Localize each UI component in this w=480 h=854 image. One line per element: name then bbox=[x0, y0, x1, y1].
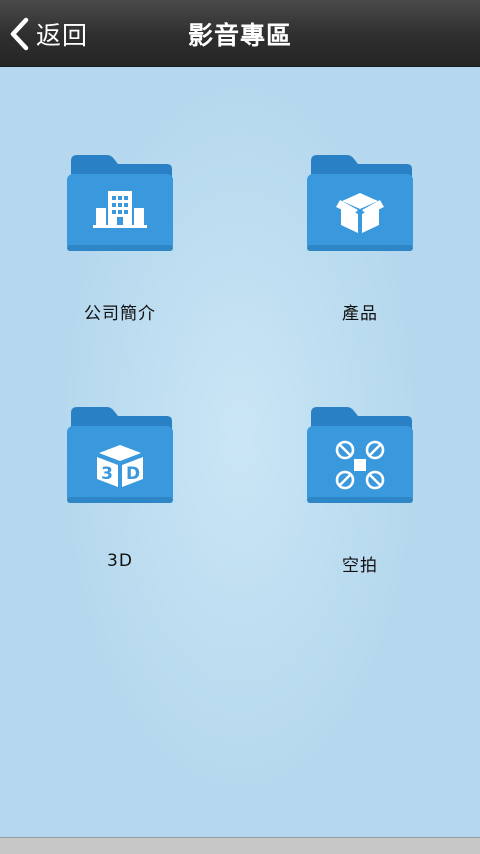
folder-label: 3D bbox=[107, 551, 133, 571]
folder-3d[interactable]: 3 D 3D bbox=[40, 407, 200, 571]
bottom-bar bbox=[0, 837, 480, 854]
page-title: 影音專區 bbox=[187, 21, 292, 50]
svg-text:3: 3 bbox=[101, 464, 113, 484]
folder-aerial[interactable]: 空拍 bbox=[280, 407, 440, 576]
folder-icon bbox=[307, 407, 413, 503]
navigation-bar: 返回 影音專區 bbox=[0, 0, 480, 67]
folder-icon: 3 D bbox=[67, 407, 173, 503]
svg-text:D: D bbox=[126, 464, 140, 484]
folder-icon bbox=[307, 155, 413, 251]
folder-label: 產品 bbox=[342, 304, 378, 324]
folder-products[interactable]: 產品 bbox=[280, 155, 440, 324]
folder-grid: 公司簡介 產品 3 D 3D 空拍 bbox=[0, 67, 480, 837]
folder-label: 公司簡介 bbox=[84, 304, 156, 324]
folder-icon bbox=[67, 155, 173, 251]
folder-company-intro[interactable]: 公司簡介 bbox=[40, 155, 200, 324]
folder-label: 空拍 bbox=[342, 556, 378, 576]
